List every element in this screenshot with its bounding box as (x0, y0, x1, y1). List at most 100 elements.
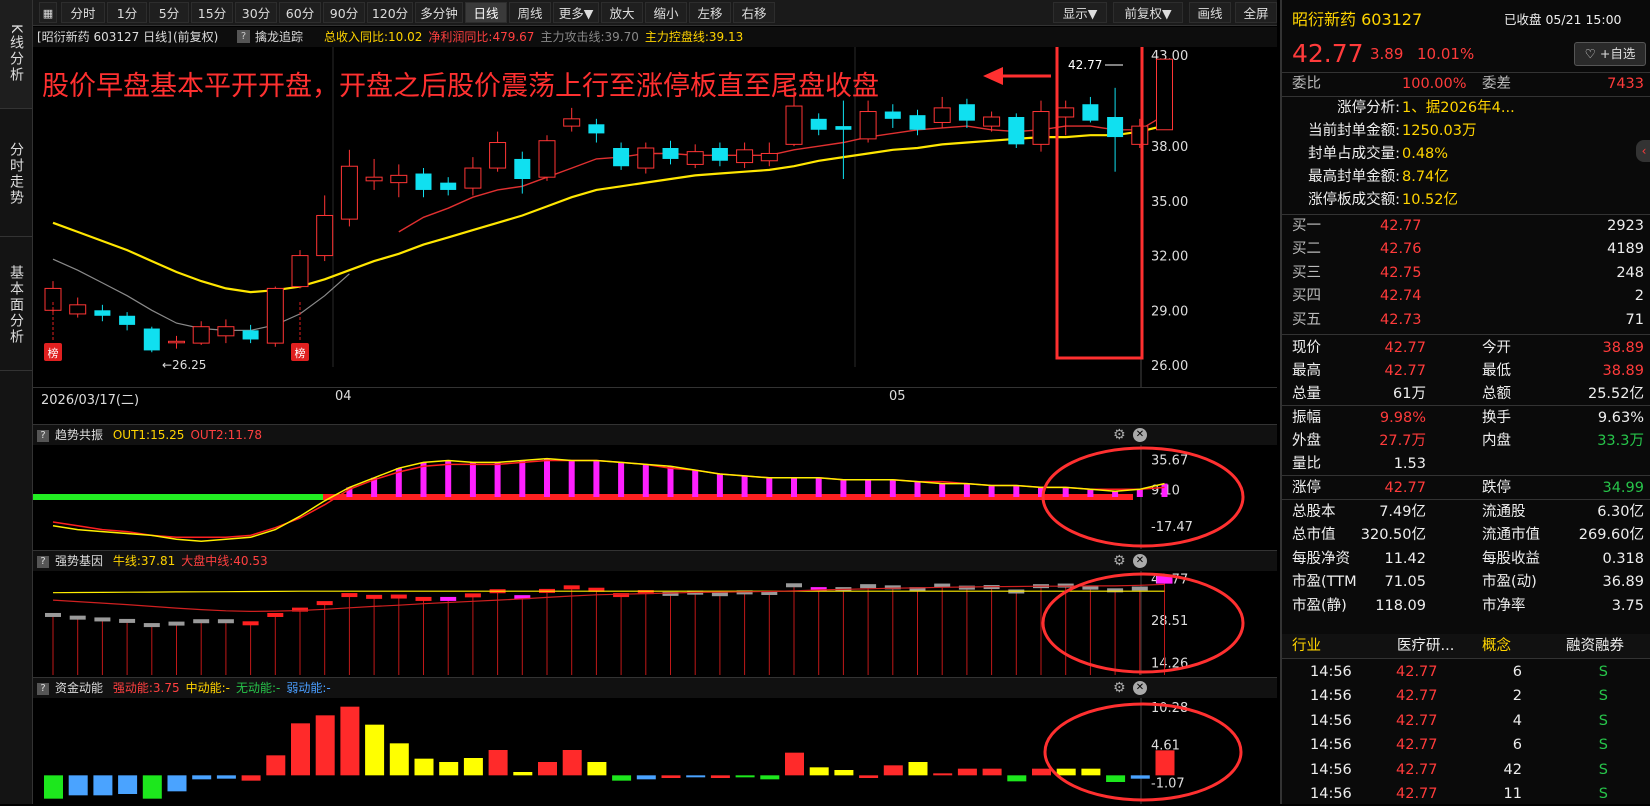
tick-flag: S (1598, 712, 1608, 729)
period-button[interactable]: 多分钟 (415, 2, 463, 23)
period-button[interactable]: 90分 (323, 2, 365, 23)
period-button[interactable]: 15分 (191, 2, 233, 23)
pan-left-button[interactable]: 左移 (689, 2, 731, 23)
add-watchlist-button[interactable]: ♡ +自选 (1574, 42, 1646, 66)
stat-value: 0.318 (1602, 551, 1644, 567)
candle-up (390, 174, 408, 184)
stat-row: 量比 1.53 (1282, 452, 1650, 476)
adjust-menu-button[interactable]: 前复权▼ (1113, 2, 1183, 23)
indicator-value: 无动能:- (235, 681, 281, 695)
momentum-bar (118, 775, 138, 794)
help-icon[interactable]: ? (237, 30, 250, 43)
period-button[interactable]: 120分 (367, 2, 413, 23)
limit-value: 8.74亿 (1402, 169, 1449, 185)
period-button[interactable]: 5分 (149, 2, 189, 23)
trend-bar (865, 479, 872, 497)
stat-value: 27.7万 (1379, 433, 1426, 449)
panel-trend-header: ? 趋势共振 OUT1:15.25 OUT2:11.78 ⚙ ✕ (33, 424, 1277, 445)
close-icon[interactable]: ✕ (1133, 681, 1147, 695)
zoom-in-button[interactable]: 放大 (601, 2, 643, 23)
help-icon[interactable]: ? (37, 682, 49, 695)
momentum-bar (488, 750, 508, 776)
momentum-bar (167, 775, 187, 792)
date-label: 05 (889, 389, 906, 404)
price-change-pct: 10.01% (1417, 45, 1475, 63)
stat-row: 涨停 42.77 跌停 34.99 (1282, 476, 1650, 500)
draw-button[interactable]: 画线 (1189, 2, 1231, 23)
tag-margin[interactable]: 融资融券 (1566, 634, 1624, 658)
gear-icon[interactable]: ⚙ (1113, 551, 1126, 571)
market-status: 已收盘 05/21 15:00 (1504, 12, 1622, 27)
trend-bar (1062, 487, 1069, 497)
candle-up (316, 214, 334, 257)
fullscreen-button[interactable]: 全屏 (1235, 2, 1277, 23)
stat-label: 市盈(TTM (1292, 574, 1357, 590)
bid-row: 买三 42.75 248 (1282, 261, 1650, 285)
more-button[interactable]: 更多▼ (553, 2, 599, 23)
help-icon[interactable]: ? (37, 555, 49, 568)
gear-icon[interactable]: ⚙ (1113, 425, 1126, 445)
bid-volume: 2 (1634, 288, 1644, 305)
candle-down (884, 111, 901, 119)
gene-block (786, 583, 802, 588)
tag-concept[interactable]: 概念 (1482, 634, 1511, 658)
period-button[interactable]: 1分 (107, 2, 147, 23)
period-button[interactable]: 60分 (279, 2, 321, 23)
tick-volume: 6 (1512, 737, 1522, 754)
tick-flag: S (1598, 786, 1608, 802)
close-icon[interactable]: ✕ (1133, 428, 1147, 442)
tag-industry-value[interactable]: 医疗研... (1397, 634, 1454, 658)
tick-volume: 4 (1512, 712, 1522, 729)
money-momentum-chart[interactable]: 10.284.61-1.07 (33, 698, 1277, 804)
stat-value: 38.89 (1602, 340, 1644, 356)
toolbar: ▦ 分时 1分 5分 15分 30分 60分 90分 120分 多分钟 日线 周… (33, 0, 1277, 26)
low-price-label: ←26.25 (162, 358, 206, 372)
candle-up (563, 118, 581, 127)
tab-intraday[interactable]: 分时走势 (0, 112, 32, 237)
tag-industry[interactable]: 行业 (1292, 634, 1321, 658)
trend-bar (593, 460, 600, 497)
stat-label: 换手 (1482, 410, 1511, 426)
period-button[interactable]: 30分 (235, 2, 277, 23)
momentum-bar (241, 775, 261, 781)
stat-label: 今开 (1482, 340, 1511, 356)
tick-row: 14:56 42.77 11 S (1282, 782, 1650, 806)
collapse-chevron-icon[interactable]: ‹ (1636, 140, 1650, 162)
stat-row: 最高 42.77 最低 38.89 (1282, 359, 1650, 383)
trend-bar (988, 485, 995, 497)
help-icon[interactable]: ? (37, 429, 49, 442)
zoom-out-button[interactable]: 缩小 (645, 2, 687, 23)
candle-down (810, 118, 827, 130)
gene-block (464, 593, 481, 598)
strength-gene-chart[interactable]: 42.7728.5114.26 (33, 571, 1277, 675)
trend-resonance-chart[interactable]: 35.679.10-17.47 (33, 445, 1277, 549)
label: 委比 (1292, 76, 1321, 92)
tab-kline-analysis[interactable]: K线分析 (0, 0, 32, 109)
momentum-bar (93, 775, 113, 796)
candle-up (340, 165, 358, 220)
period-button[interactable]: 周线 (509, 2, 551, 23)
period-button-daily[interactable]: 日线 (465, 2, 507, 23)
tab-fundamental[interactable]: 基本面分析 (0, 240, 32, 371)
close-icon[interactable]: ✕ (1133, 554, 1147, 568)
candle-down (613, 148, 630, 167)
stat-label: 市盈(静) (1292, 598, 1347, 614)
limit-row: 封单占成交量: 0.48% (1282, 142, 1650, 166)
bid-price: 42.77 (1380, 218, 1422, 234)
gear-icon[interactable]: ⚙ (1113, 678, 1126, 698)
candle-down (1082, 104, 1099, 121)
high-price-label: 42.77 (1068, 58, 1102, 72)
pan-right-button[interactable]: 右移 (733, 2, 775, 23)
indicator-value: 弱动能:- (286, 681, 331, 695)
tick-price: 42.77 (1396, 761, 1438, 778)
candle-down (242, 330, 259, 340)
bid-price: 42.76 (1380, 241, 1422, 258)
bid-label: 买四 (1292, 288, 1321, 305)
grid-icon[interactable]: ▦ (39, 2, 57, 23)
candle-down (1107, 117, 1124, 138)
display-menu-button[interactable]: 显示▼ (1053, 2, 1107, 23)
period-button[interactable]: 分时 (61, 2, 105, 23)
momentum-bar (291, 723, 310, 776)
stat-row: 外盘 27.7万 内盘 33.3万 (1282, 429, 1650, 453)
stat-label: 最高 (1292, 363, 1321, 379)
